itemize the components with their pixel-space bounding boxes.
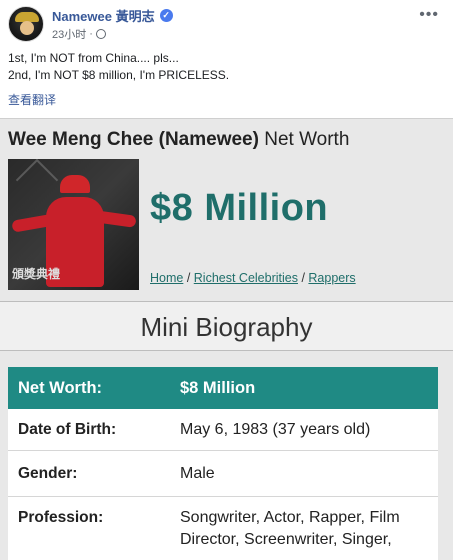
celebrity-photo: 頒獎典禮 — [8, 159, 139, 290]
row-value: $8 Million — [180, 378, 256, 397]
net-worth-headline: $8 Million — [150, 187, 329, 229]
table-row: Date of Birth: May 6, 1983 (37 years old… — [8, 409, 438, 451]
table-row: Gender: Male — [8, 451, 438, 497]
author-name[interactable]: Namewee 黃明志 — [52, 6, 155, 25]
row-label: Profession: — [18, 509, 104, 526]
breadcrumb-sep: / — [183, 271, 194, 285]
row-label: Date of Birth: — [18, 420, 117, 438]
author-avatar[interactable] — [8, 6, 44, 42]
meta-separator: · — [89, 28, 93, 40]
more-options-button[interactable]: ••• — [419, 6, 439, 24]
article-title-name: Wee Meng Chee (Namewee) — [8, 129, 259, 150]
breadcrumb-home: Home — [150, 271, 184, 285]
post-line: 2nd, I'm NOT $8 million, I'm PRICELESS. — [8, 68, 230, 82]
post-image[interactable]: Wee Meng Chee (Namewee) Net Worth 頒獎典禮 $… — [0, 118, 453, 560]
breadcrumb: Home / Richest Celebrities / Rappers — [150, 271, 356, 285]
post-text: 1st, I'm NOT from China.... pls... 2nd, … — [8, 50, 229, 84]
row-value: Male — [180, 464, 215, 482]
row-value: May 6, 1983 (37 years old) — [180, 420, 371, 438]
post-timestamp[interactable]: 23小时 — [52, 26, 86, 42]
row-label: Net Worth: — [18, 378, 103, 397]
breadcrumb-rappers: Rappers — [308, 271, 356, 285]
table-row: Net Worth: $8 Million — [8, 367, 438, 409]
article-title: Wee Meng Chee (Namewee) Net Worth — [8, 129, 349, 151]
row-value: Songwriter, Actor, Rapper, Film Director… — [180, 509, 400, 548]
author-row: Namewee 黃明志 ✓ — [52, 6, 173, 25]
photo-caption: 頒獎典禮 — [12, 267, 61, 281]
row-label: Gender: — [18, 464, 78, 482]
mini-biography-heading: Mini Biography — [0, 301, 453, 351]
breadcrumb-richest: Richest Celebrities — [193, 271, 298, 285]
see-translation-link[interactable]: 查看翻译 — [8, 91, 56, 108]
bio-table: Net Worth: $8 Million Date of Birth: May… — [8, 367, 438, 560]
post-header: Namewee 黃明志 ✓ 23小时 · ••• — [0, 0, 453, 44]
post-line: 1st, I'm NOT from China.... pls... — [8, 51, 179, 65]
breadcrumb-sep: / — [297, 271, 309, 285]
table-row: Profession: Songwriter, Actor, Rapper, F… — [8, 497, 438, 560]
article-title-suffix: Net Worth — [258, 129, 350, 150]
globe-icon — [95, 29, 106, 39]
verified-badge-icon: ✓ — [159, 9, 173, 22]
post-meta: 23小时 · — [52, 26, 106, 42]
